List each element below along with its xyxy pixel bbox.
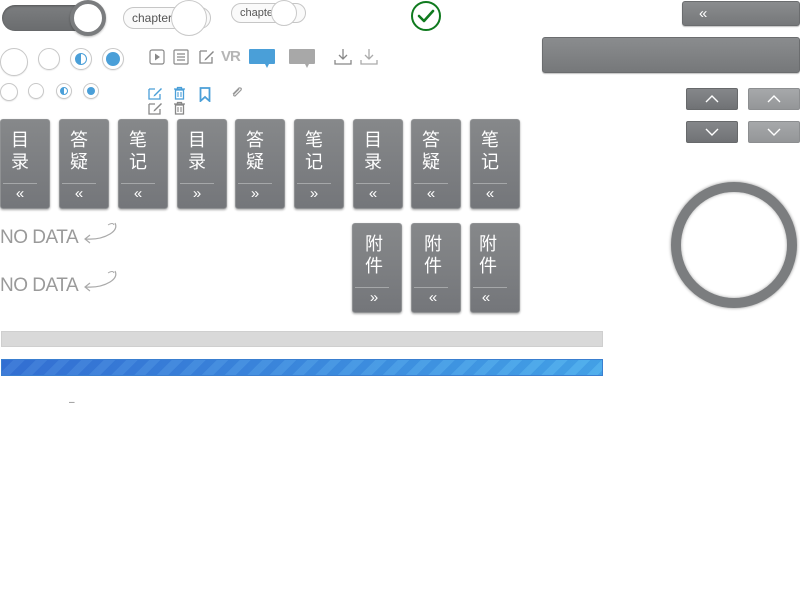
double-chevron-icon: » (192, 185, 202, 202)
tab-notes[interactable]: 笔记 « (118, 119, 168, 209)
radio-half[interactable] (70, 48, 92, 70)
empty-state-text: NO DATA (0, 227, 79, 248)
tab-notes[interactable]: 笔记 » (294, 119, 344, 209)
tab-attachments[interactable]: 附件 « (411, 223, 461, 313)
tab-divider (62, 183, 96, 184)
tab-divider (414, 183, 448, 184)
tab-catalog[interactable]: 目录 « (353, 119, 403, 209)
scroll-down-button[interactable] (686, 121, 738, 143)
chevron-down-icon (705, 128, 719, 136)
empty-arrow-icon (80, 268, 120, 301)
empty-arrow-icon (80, 220, 120, 253)
vr-icon[interactable]: VR (221, 48, 241, 65)
chevron-up-icon (705, 95, 719, 103)
chat-bubble-active-icon[interactable] (248, 48, 276, 75)
tab-label: 笔记 (481, 130, 499, 173)
trash-icon-grey[interactable] (173, 101, 186, 120)
tab-divider (473, 287, 507, 288)
radio-empty[interactable] (38, 48, 60, 70)
radio-empty-large[interactable] (0, 48, 28, 76)
double-chevron-icon: « (15, 185, 25, 202)
tab-divider (180, 183, 214, 184)
tab-divider (356, 183, 390, 184)
radio-selected-small[interactable] (83, 83, 99, 99)
download-icon-light[interactable] (360, 48, 378, 70)
progress-bar-full (1, 359, 603, 376)
tab-qa[interactable]: 答疑 « (59, 119, 109, 209)
scroll-up-button[interactable] (686, 88, 738, 110)
list-icon[interactable] (173, 49, 189, 70)
double-chevron-icon: « (133, 185, 143, 202)
edit-icon[interactable] (198, 48, 215, 70)
tab-label: 目录 (188, 130, 206, 173)
progress-fill (2, 360, 602, 375)
chapter-chip-knob-small[interactable] (271, 0, 297, 26)
double-chevron-icon: « (368, 185, 378, 202)
edit-icon-grey[interactable] (148, 101, 163, 120)
double-chevron-icon: » (250, 185, 260, 202)
tab-attachments[interactable]: 附件 » (352, 223, 402, 313)
chevron-up-icon (767, 95, 781, 103)
double-chevron-left-icon: « (699, 5, 708, 22)
bookmark-icon-blue[interactable] (199, 87, 211, 107)
toggle-knob[interactable] (70, 0, 106, 36)
tab-catalog[interactable]: 目录 » (177, 119, 227, 209)
dash-mark: – (69, 397, 75, 408)
collapse-panel-button[interactable]: « (682, 1, 800, 26)
tab-label: 目录 (11, 130, 29, 173)
tab-label: 笔记 (305, 130, 323, 173)
paperclip-icon[interactable] (230, 86, 244, 105)
chapter-chip-knob[interactable] (171, 0, 207, 36)
tab-divider (3, 183, 37, 184)
tab-label: 目录 (364, 130, 382, 173)
tab-divider (238, 183, 272, 184)
chevron-down-icon (767, 128, 781, 136)
tab-label: 答疑 (422, 130, 440, 173)
radio-half-small[interactable] (56, 83, 72, 99)
tab-divider (355, 287, 389, 288)
tab-label: 附件 (365, 234, 383, 277)
tab-divider (473, 183, 507, 184)
tab-label: 附件 (424, 234, 442, 277)
tab-attachments[interactable]: 附件 « (470, 223, 520, 313)
chapter-chip-label: chapter (132, 11, 173, 25)
scroll-up-button-light[interactable] (748, 88, 800, 110)
loading-ring (671, 182, 797, 308)
tab-label: 答疑 (70, 130, 88, 173)
scroll-down-button-light[interactable] (748, 121, 800, 143)
radio-empty-small[interactable] (0, 83, 18, 101)
tab-label: 笔记 (129, 130, 147, 173)
chat-bubble-inactive-icon[interactable] (288, 48, 316, 75)
tab-divider (414, 287, 448, 288)
tab-divider (297, 183, 331, 184)
tab-qa[interactable]: 答疑 « (411, 119, 461, 209)
progress-bar-empty (1, 331, 603, 347)
double-chevron-icon: » (369, 289, 379, 306)
empty-state-text: NO DATA (0, 275, 79, 296)
check-icon (411, 1, 441, 31)
tab-label: 答疑 (246, 130, 264, 173)
header-panel (542, 37, 800, 73)
tab-label: 附件 (479, 234, 497, 277)
double-chevron-icon: » (309, 185, 319, 202)
tab-catalog[interactable]: 目录 « (0, 119, 50, 209)
tab-divider (121, 183, 155, 184)
double-chevron-icon: « (74, 185, 84, 202)
double-chevron-icon: « (481, 289, 491, 306)
download-icon[interactable] (334, 48, 352, 70)
play-icon[interactable] (149, 49, 165, 70)
tab-notes[interactable]: 笔记 « (470, 119, 520, 209)
radio-selected[interactable] (102, 48, 124, 70)
double-chevron-icon: « (485, 185, 495, 202)
double-chevron-icon: « (426, 185, 436, 202)
tab-qa[interactable]: 答疑 » (235, 119, 285, 209)
radio-empty-small[interactable] (28, 83, 44, 99)
double-chevron-icon: « (428, 289, 438, 306)
